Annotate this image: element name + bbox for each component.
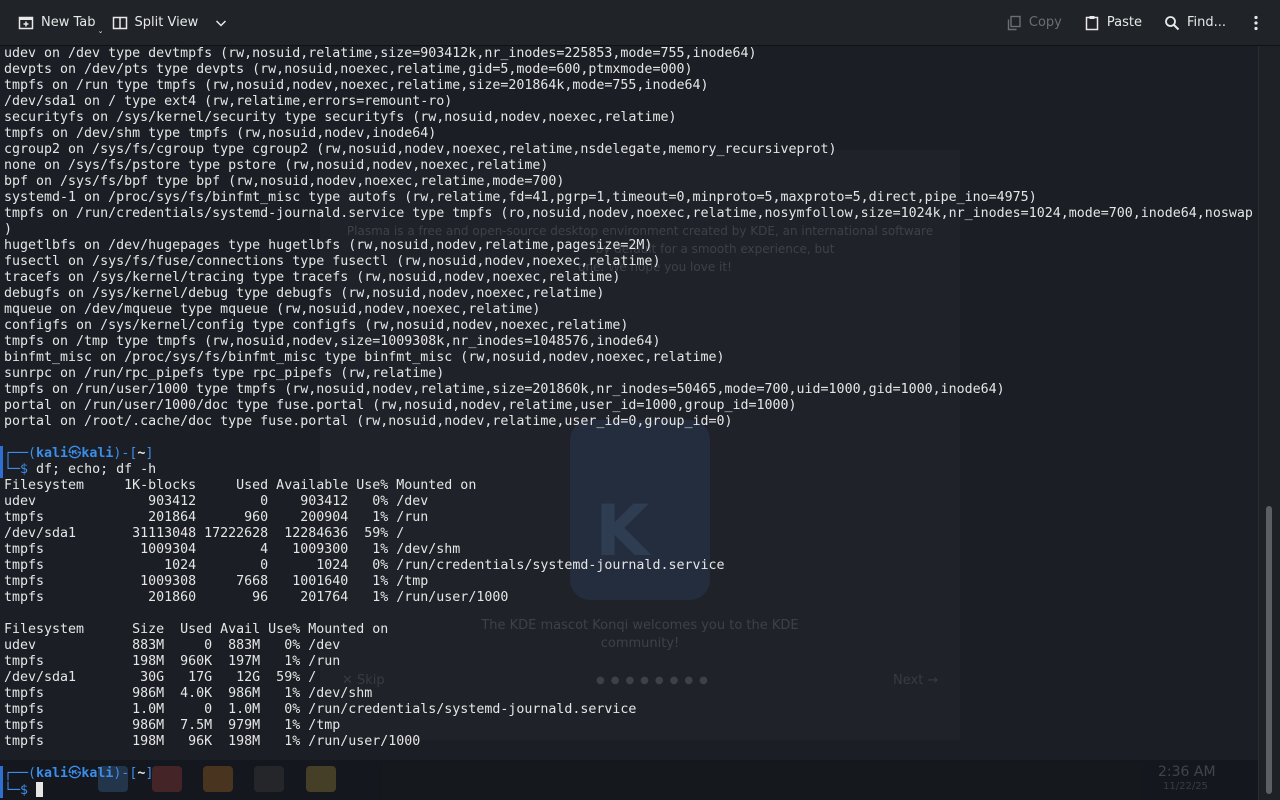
- df-table-row: tmpfs 1009308 7668 1001640 1% /tmp: [4, 574, 429, 589]
- mount-output-line: configfs on /sys/kernel/config type conf…: [4, 318, 629, 333]
- mount-output-line: none on /sys/fs/pstore type pstore (rw,n…: [4, 158, 549, 173]
- mount-output-line: ): [4, 222, 13, 237]
- dfh-table-row: udev 883M 0 883M 0% /dev: [4, 638, 341, 653]
- mount-output-line: binfmt_misc on /proc/sys/fs/binfmt_misc …: [4, 350, 725, 365]
- mount-output-line: cgroup2 on /sys/fs/cgroup type cgroup2 (…: [4, 142, 837, 157]
- mount-output-line: sunrpc on /run/rpc_pipefs type rpc_pipef…: [4, 366, 445, 381]
- prompt-host: kali: [81, 446, 114, 461]
- dfh-table-row: tmpfs 198M 96K 198M 1% /run/user/1000: [4, 734, 421, 749]
- dfh-table-row: tmpfs 198M 960K 197M 1% /run: [4, 654, 341, 669]
- df-table-row: tmpfs 1009304 4 1009300 1% /dev/shm: [4, 542, 461, 557]
- prompt-user: kali: [36, 446, 69, 461]
- prompt-skull-icon: ㉿: [68, 446, 82, 461]
- prompt-line-top: ┌──(kali㉿kali)-[~]: [4, 766, 153, 782]
- paste-icon: [1084, 15, 1100, 31]
- mount-output-line: /dev/sda1 on / type ext4 (rw,relatime,er…: [4, 94, 453, 109]
- mount-output-line: portal on /run/user/1000/doc type fuse.p…: [4, 398, 797, 413]
- search-icon: [1164, 15, 1180, 31]
- mount-output-line: mqueue on /dev/mqueue type mqueue (rw,no…: [4, 302, 541, 317]
- prompt-frame: └─: [4, 783, 21, 798]
- df-table-row: tmpfs 1024 0 1024 0% /run/credentials/sy…: [4, 558, 725, 573]
- df-table-row: /dev/sda1 31113048 17222628 12284636 59%…: [4, 526, 405, 541]
- prompt-line-top: ┌──(kali㉿kali)-[~]: [4, 446, 153, 462]
- mount-output-line: bpf on /sys/fs/bpf type bpf (rw,nosuid,n…: [4, 174, 565, 189]
- mount-output-line: devpts on /dev/pts type devpts (rw,nosui…: [4, 62, 693, 77]
- prompt-frame: ┌──(: [4, 446, 37, 461]
- mount-output-line: udev on /dev type devtmpfs (rw,nosuid,re…: [4, 46, 757, 61]
- mount-output-line: tmpfs on /dev/shm type tmpfs (rw,nosuid,…: [4, 126, 437, 141]
- prompt-skull-icon: ㉿: [68, 766, 82, 781]
- chevron-down-icon[interactable]: [213, 15, 229, 31]
- prompt-dollar: $: [20, 462, 37, 477]
- prompt-dollar: $: [20, 783, 37, 798]
- paste-label: Paste: [1106, 15, 1142, 30]
- prompt-frame: ]: [145, 446, 154, 461]
- dfh-table-row: tmpfs 1.0M 0 1.0M 0% /run/credentials/sy…: [4, 702, 637, 717]
- prompt-frame: )-[: [113, 766, 138, 781]
- mount-output-line: hugetlbfs on /dev/hugepages type hugetlb…: [4, 238, 653, 253]
- new-tab-icon: [18, 15, 34, 31]
- prompt-frame: └─: [4, 462, 21, 477]
- df-table-row: tmpfs 201860 96 201764 1% /run/user/1000: [4, 590, 509, 605]
- hamburger-menu-button[interactable]: [1238, 7, 1274, 39]
- mount-output-line: securityfs on /sys/kernel/security type …: [4, 110, 677, 125]
- konsole-toolbar: New Tab ⌄ Split View Copy Paste Find...: [0, 0, 1280, 46]
- find-button[interactable]: Find...: [1156, 7, 1234, 39]
- new-tab-dropdown-indicator: ⌄: [97, 26, 104, 35]
- dfh-table-row: /dev/sda1 30G 17G 12G 59% /: [4, 670, 317, 685]
- dfh-table-header: Filesystem Size Used Avail Use% Mounted …: [4, 622, 389, 637]
- prompt-host: kali: [81, 766, 114, 781]
- split-view-label: Split View: [134, 15, 199, 30]
- copy-button[interactable]: Copy: [998, 7, 1070, 39]
- df-table-row: tmpfs 201864 960 200904 1% /run: [4, 510, 429, 525]
- find-label: Find...: [1186, 15, 1226, 30]
- mount-output-line: tmpfs on /run type tmpfs (rw,nosuid,node…: [4, 78, 709, 93]
- dfh-table-row: tmpfs 986M 4.0K 986M 1% /dev/shm: [4, 686, 373, 701]
- terminal-scrollbar-thumb[interactable]: [1266, 506, 1272, 794]
- paste-button[interactable]: Paste: [1076, 7, 1150, 39]
- mount-output-line: debugfs on /sys/kernel/debug type debugf…: [4, 286, 605, 301]
- mount-output-line: tmpfs on /run/user/1000 type tmpfs (rw,n…: [4, 382, 1005, 397]
- new-tab-button[interactable]: New Tab ⌄: [10, 7, 104, 39]
- mount-output-line: fusectl on /sys/fs/fuse/connections type…: [4, 254, 661, 269]
- mount-output-line: tmpfs on /run/credentials/systemd-journa…: [4, 206, 1253, 221]
- prompt-accent-bar: [0, 446, 3, 478]
- split-view-icon: [112, 15, 128, 31]
- mount-output-line: systemd-1 on /proc/sys/fs/binfmt_misc ty…: [4, 190, 1037, 205]
- prompt-line-input[interactable]: └─$: [4, 782, 44, 798]
- copy-icon: [1006, 15, 1022, 31]
- mount-output-line: tracefs on /sys/kernel/tracing type trac…: [4, 270, 621, 285]
- prompt-line-input[interactable]: └─$ df; echo; df -h: [4, 462, 156, 478]
- prompt-user: kali: [36, 766, 69, 781]
- prompt-frame: ]: [145, 766, 154, 781]
- new-tab-label: New Tab: [41, 15, 96, 30]
- text-cursor: [36, 782, 44, 797]
- mount-output-line: tmpfs on /tmp type tmpfs (rw,nosuid,node…: [4, 334, 661, 349]
- split-view-button[interactable]: Split View: [104, 7, 238, 39]
- copy-label: Copy: [1028, 15, 1062, 30]
- prompt-frame: )-[: [113, 446, 138, 461]
- terminal-view[interactable]: udev on /dev type devtmpfs (rw,nosuid,re…: [0, 46, 1258, 800]
- prompt-accent-bar: [0, 766, 3, 798]
- prompt-frame: ┌──(: [4, 766, 37, 781]
- typed-command: df; echo; df -h: [36, 462, 157, 477]
- mount-output-line: portal on /root/.cache/doc type fuse.por…: [4, 414, 733, 429]
- df-table-row: udev 903412 0 903412 0% /dev: [4, 494, 429, 509]
- kebab-menu-icon: [1248, 15, 1264, 31]
- dfh-table-row: tmpfs 986M 7.5M 979M 1% /tmp: [4, 718, 341, 733]
- df-table-header: Filesystem 1K-blocks Used Available Use%…: [4, 478, 477, 493]
